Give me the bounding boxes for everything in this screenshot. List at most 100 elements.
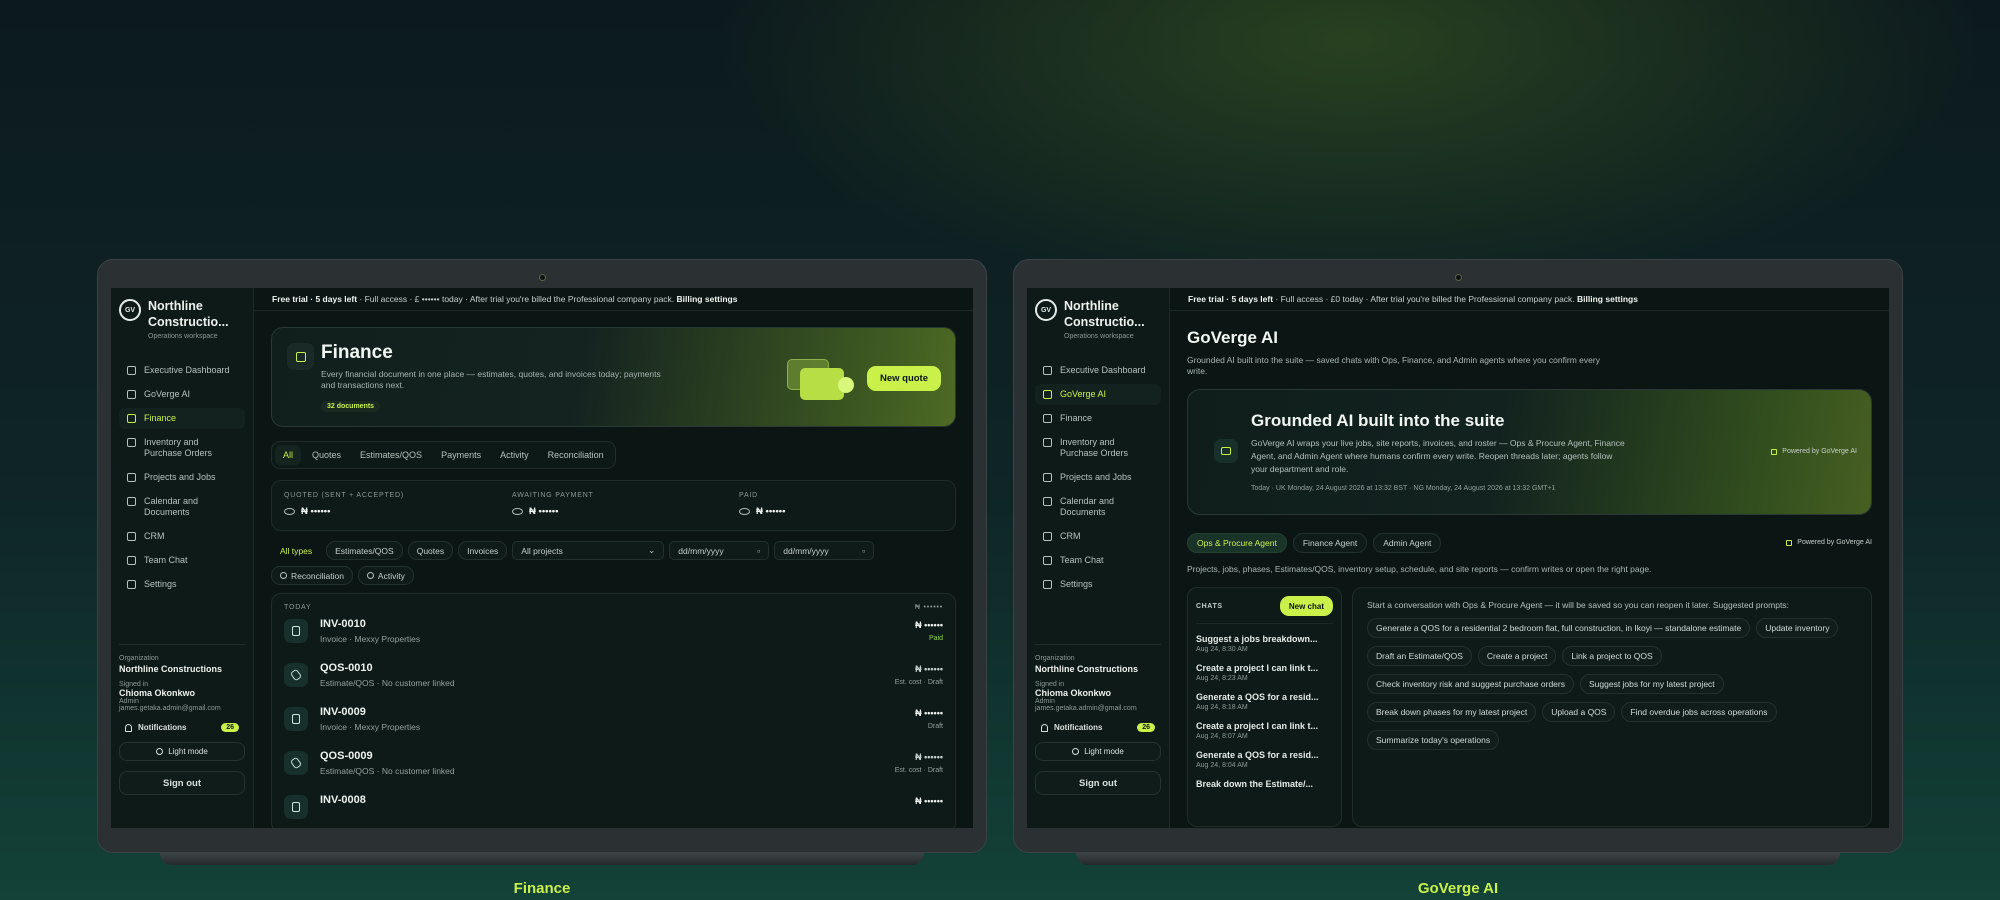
table-row[interactable]: QOS-0010 Estimate/QOS · No customer link… [284,655,943,699]
sidebar-item-projects[interactable]: Projects and Jobs [1035,467,1161,488]
prompt-chip[interactable]: Link a project to QOS [1562,646,1662,666]
chevron-down-icon: ⌄ [648,545,656,555]
calendar-icon [127,497,136,506]
prompt-chip[interactable]: Draft an Estimate/QOS [1367,646,1472,666]
sidebar-item-settings[interactable]: Settings [119,574,245,595]
sidebar-nav: Executive Dashboard GoVerge AI Finance I… [119,360,245,595]
sidebar-item-finance[interactable]: Finance [1035,408,1161,429]
light-mode-button[interactable]: Light mode [1035,742,1161,761]
prompt-chip[interactable]: Update inventory [1756,618,1839,638]
list-item[interactable]: Suggest a jobs breakdown... Aug 24, 8:30 … [1196,634,1333,653]
eye-icon[interactable] [512,508,523,515]
caption-finance: Finance [513,880,571,897]
tab-activity[interactable]: Activity [492,445,537,465]
sidebar-item-calendar[interactable]: Calendar and Documents [119,491,245,523]
brand[interactable]: GV Northline Constructio... [119,298,245,330]
powered-label: Powered by GoVerge AI [1782,448,1857,455]
summary-value: ₦ •••••• [301,506,331,517]
row-amount: ₦ •••••• [915,708,943,718]
billing-settings-link[interactable]: Billing settings [1577,294,1638,304]
prompt-chip[interactable]: Find overdue jobs across operations [1621,702,1777,722]
filter-quotes[interactable]: Quotes [407,541,454,560]
tab-finance-agent[interactable]: Finance Agent [1292,533,1368,553]
list-item[interactable]: Generate a QOS for a resid... Aug 24, 8:0… [1196,750,1333,769]
list-item[interactable]: Create a project I can link t... Aug 24, … [1196,721,1333,740]
table-row[interactable]: INV-0008 ₦ •••••• [284,787,943,828]
sidebar-item-goverge-ai[interactable]: GoVerge AI [119,384,245,405]
list-item[interactable]: Break down the Estimate/... [1196,779,1333,789]
row-status: Paid [928,635,943,642]
date-from-input[interactable]: dd/mm/yyyy ▫ [669,541,770,560]
notifications-button[interactable]: Notifications 26 [1035,723,1161,732]
list-item[interactable]: Create a project I can link t... Aug 24, … [1196,663,1333,682]
eye-icon[interactable] [739,508,750,515]
project-select[interactable]: All projects ⌄ [512,541,665,560]
sign-out-button[interactable]: Sign out [119,771,245,795]
list-item[interactable]: Generate a QOS for a resid... Aug 24, 8:1… [1196,692,1333,711]
tab-payments[interactable]: Payments [433,445,489,465]
sidebar-item-crm[interactable]: CRM [119,526,245,547]
row-amount: ₦ •••••• [915,620,943,630]
tab-estimates[interactable]: Estimates/QOS [352,445,430,465]
sidebar-item-crm[interactable]: CRM [1035,526,1161,547]
sidebar-item-label: GoVerge AI [1060,389,1107,399]
filter-activity[interactable]: Activity [357,566,414,585]
prompt-chip[interactable]: Summarize today's operations [1367,730,1500,750]
brand[interactable]: GV Northline Constructio... [1035,298,1161,330]
filter-all-types[interactable]: All types [271,541,321,560]
tab-admin-agent[interactable]: Admin Agent [1373,533,1442,553]
prompt-chip[interactable]: Break down phases for my latest project [1367,702,1537,722]
summary-label: PAID [739,492,759,499]
filter-estimates[interactable]: Estimates/QOS [326,541,403,560]
sidebar-item-executive-dashboard[interactable]: Executive Dashboard [1035,360,1161,381]
billing-settings-link[interactable]: Billing settings [677,294,738,304]
prompt-chip[interactable]: Create a project [1477,646,1557,666]
sign-out-button[interactable]: Sign out [1035,771,1161,795]
light-mode-button[interactable]: Light mode [119,742,245,761]
date-to-placeholder: dd/mm/yyyy [783,545,829,556]
table-row[interactable]: INV-0009 Invoice · Mexxy Properties ₦ ••… [284,699,943,743]
folder-icon [127,473,136,482]
sidebar-item-executive-dashboard[interactable]: Executive Dashboard [119,360,245,381]
sidebar-item-team-chat[interactable]: Team Chat [119,550,245,571]
conversation-intro: Start a conversation with Ops & Procure … [1367,600,1789,610]
page-description: Grounded AI built into the suite — saved… [1187,355,1600,376]
date-to-input[interactable]: dd/mm/yyyy ▫ [774,541,875,560]
tab-reconciliation[interactable]: Reconciliation [540,445,612,465]
new-quote-button[interactable]: New quote [866,366,941,391]
table-row[interactable]: INV-0010 Invoice · Mexxy Properties ₦ ••… [284,611,943,655]
chat-title: Create a project I can link t... [1196,721,1319,731]
hero-date: Today · UK Monday, 24 August 2026 at 13:… [1251,485,1556,492]
tab-all[interactable]: All [275,445,302,465]
box-icon [1043,438,1052,447]
row-status: Draft [927,723,943,730]
sidebar-item-label: Team Chat [144,555,188,565]
new-chat-button[interactable]: New chat [1279,596,1333,616]
sidebar-item-team-chat[interactable]: Team Chat [1035,550,1161,571]
notifications-button[interactable]: Notifications 26 [119,723,245,732]
sidebar-item-finance[interactable]: Finance [119,408,245,429]
tab-ops-procure-agent[interactable]: Ops & Procure Agent [1187,533,1287,553]
prompt-chip[interactable]: Suggest jobs for my latest project [1579,674,1724,694]
sidebar-item-settings[interactable]: Settings [1035,574,1161,595]
sidebar-item-projects[interactable]: Projects and Jobs [119,467,245,488]
sidebar-item-calendar[interactable]: Calendar and Documents [1035,491,1161,523]
filter-reconciliation[interactable]: Reconciliation [271,566,353,585]
sidebar: GV Northline Constructio... Operations w… [1027,288,1170,828]
sidebar-item-goverge-ai[interactable]: GoVerge AI [1035,384,1161,405]
tab-quotes[interactable]: Quotes [304,445,349,465]
table-row[interactable]: QOS-0009 Estimate/QOS · No customer link… [284,743,943,787]
trial-banner: Free trial · 5 days left · Full access ·… [1170,288,1889,311]
sidebar-item-inventory[interactable]: Inventory and Purchase Orders [1035,432,1161,464]
sidebar-item-label: Projects and Jobs [144,472,216,482]
prompt-chip[interactable]: Check inventory risk and suggest purchas… [1367,674,1574,694]
finance-filters: All types Estimates/QOS Quotes Invoices … [271,541,891,585]
list-group-label: TODAY [284,604,312,611]
estimate-icon [284,663,308,687]
summary-label: QUOTED (SENT + ACCEPTED) [284,492,405,499]
prompt-chip[interactable]: Generate a QOS for a residential 2 bedro… [1367,618,1751,638]
filter-invoices[interactable]: Invoices [458,541,508,560]
sidebar-item-inventory[interactable]: Inventory and Purchase Orders [119,432,245,464]
eye-icon[interactable] [284,508,295,515]
prompt-chip[interactable]: Upload a QOS [1542,702,1616,722]
